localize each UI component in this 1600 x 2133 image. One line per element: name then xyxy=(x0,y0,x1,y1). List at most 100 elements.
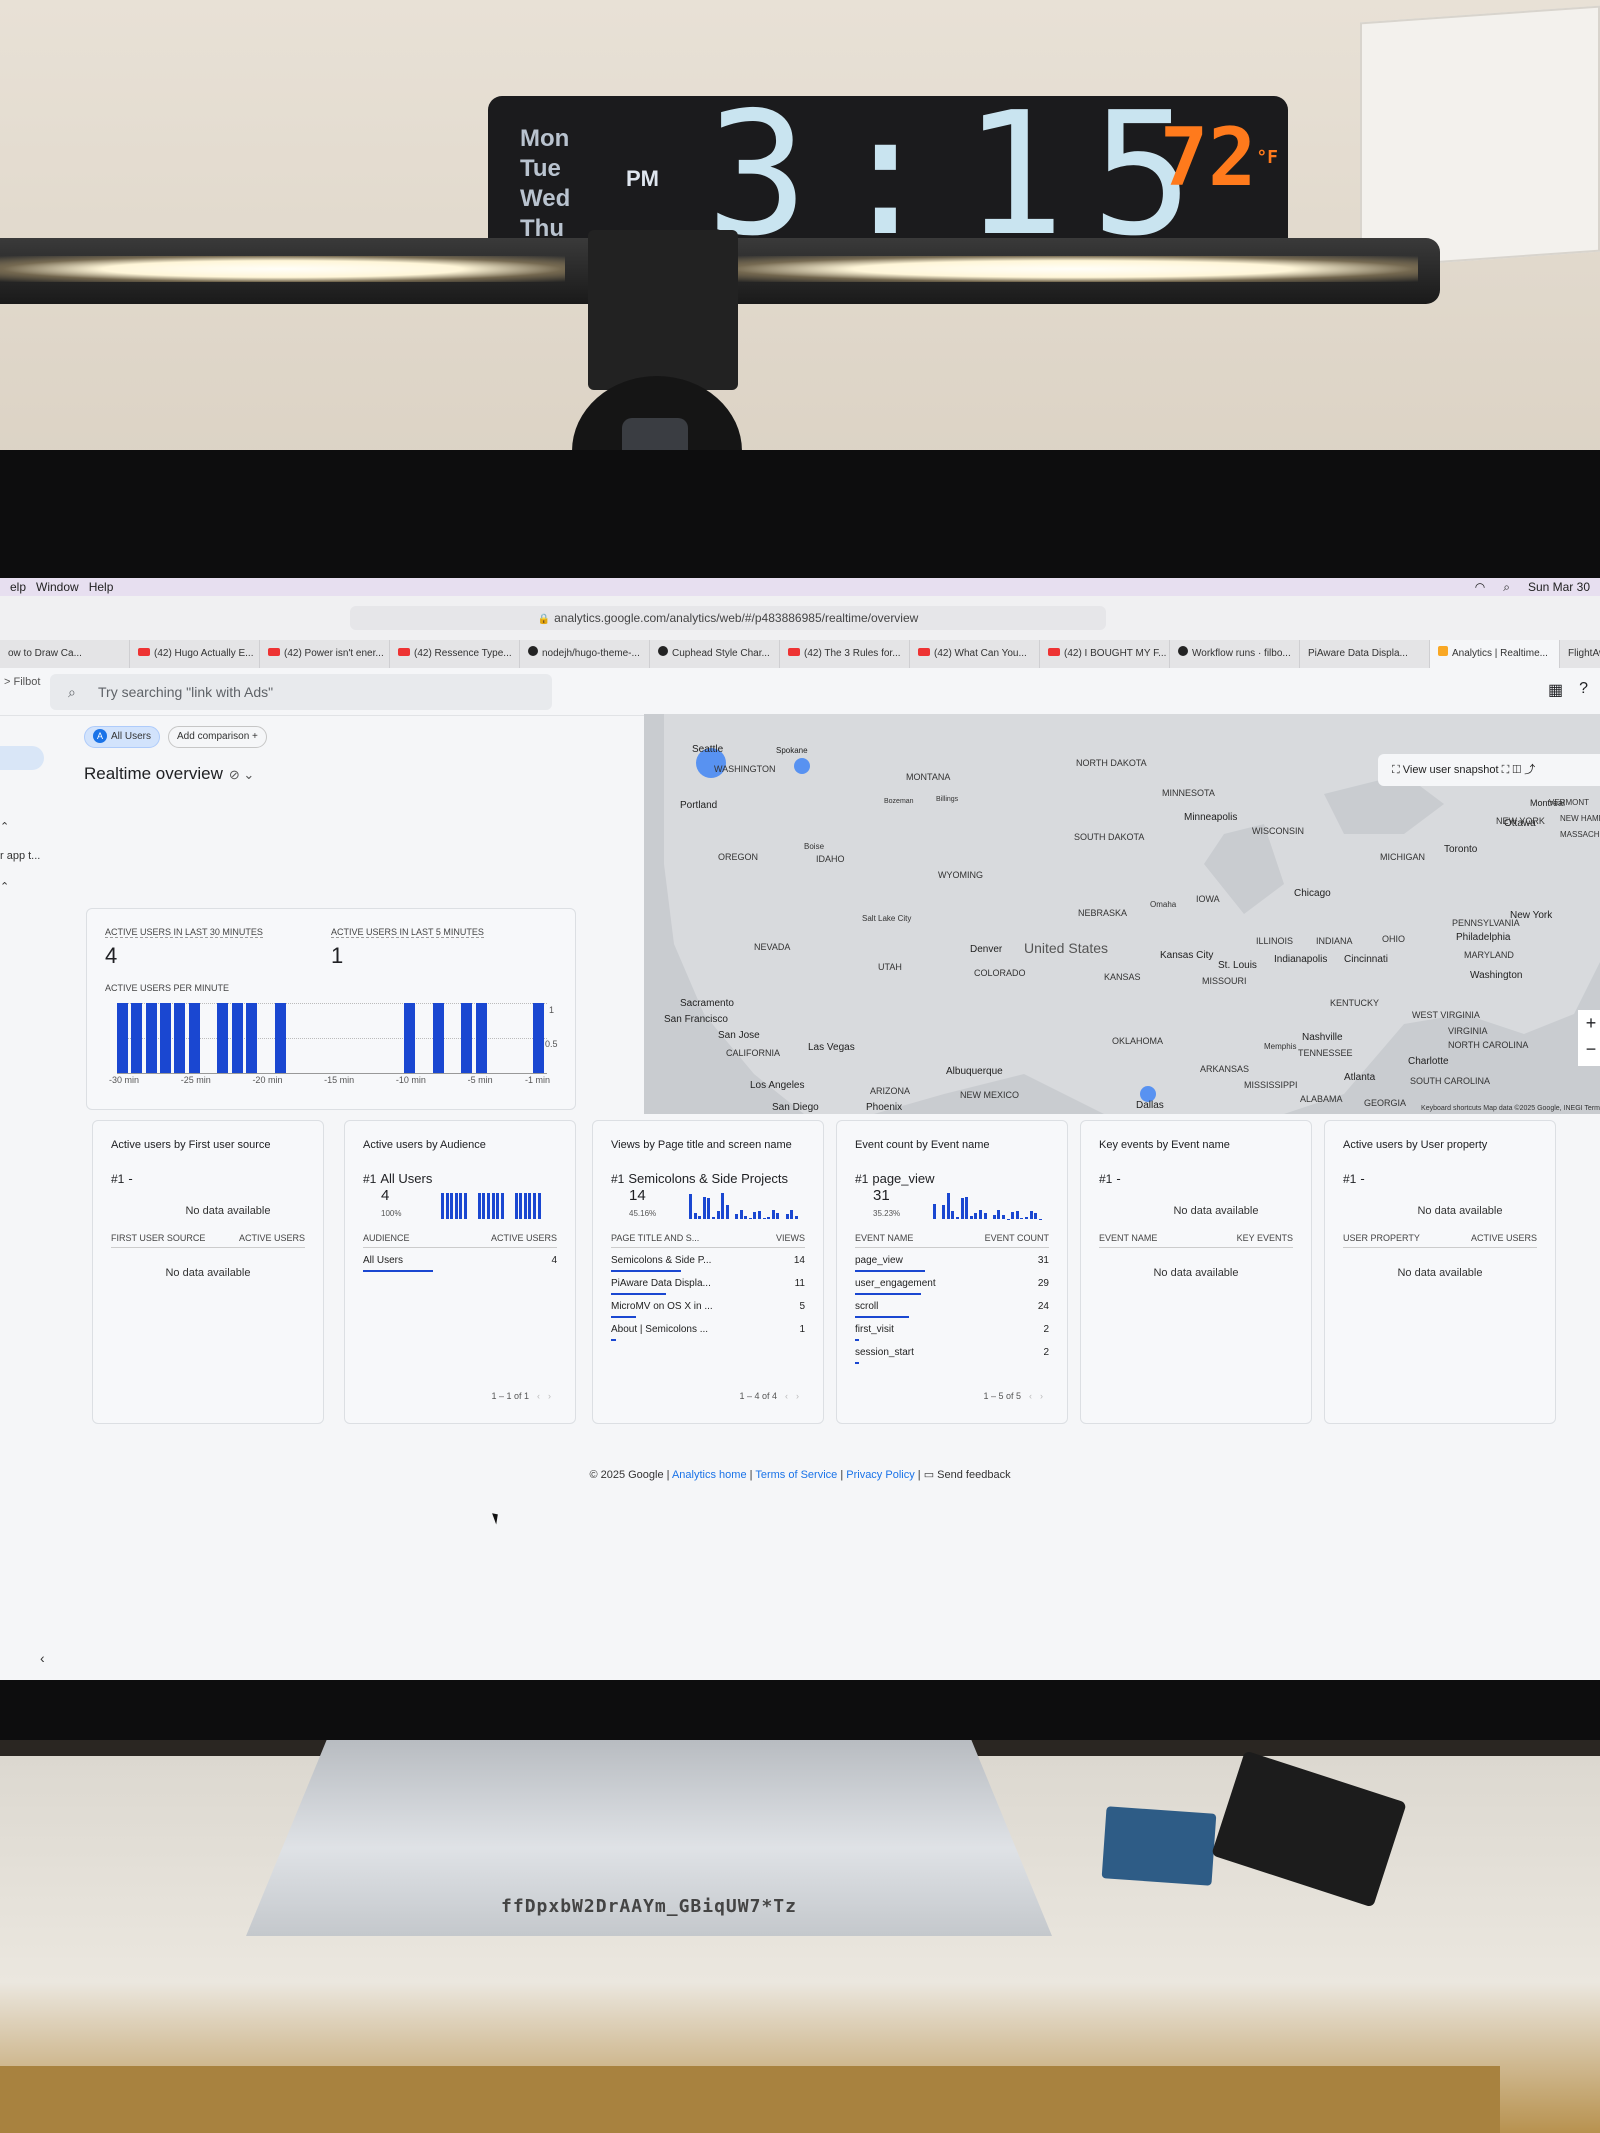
chevron-left-icon[interactable]: ‹ xyxy=(1029,1391,1032,1401)
browser-tab[interactable]: (42) Power isn't ener... xyxy=(260,640,390,668)
breadcrumb[interactable]: > Filbot xyxy=(4,676,40,688)
per-minute-bar[interactable] xyxy=(174,1003,186,1073)
column-header[interactable]: AUDIENCE xyxy=(363,1233,410,1243)
view-user-snapshot-button[interactable]: ⛶ View user snapshot ⛶ ◫ ⤴ xyxy=(1378,754,1600,786)
wifi-icon[interactable]: ◠ xyxy=(1475,580,1485,595)
per-minute-bar[interactable] xyxy=(131,1003,143,1073)
send-feedback-link[interactable]: Send feedback xyxy=(937,1469,1010,1481)
browser-tab[interactable]: (42) I BOUGHT MY F... xyxy=(1040,640,1170,668)
browser-tab[interactable]: nodejh/hugo-theme-... xyxy=(520,640,650,668)
analytics-home-link[interactable]: Analytics home xyxy=(672,1469,747,1481)
menu-item-help[interactable]: Help xyxy=(89,580,114,594)
column-header[interactable]: KEY EVENTS xyxy=(1237,1233,1293,1243)
table-row[interactable]: MicroMV on OS X in ... 5 xyxy=(611,1301,805,1323)
chevron-up-icon[interactable]: ⌃ xyxy=(0,880,9,893)
user-dot-spokane[interactable] xyxy=(794,758,810,774)
table-row[interactable]: page_view 31 xyxy=(855,1255,1049,1277)
table-row[interactable]: session_start 2 xyxy=(855,1347,1049,1369)
collapse-chevron-icon[interactable]: ‹ xyxy=(40,1650,45,1666)
per-minute-bar[interactable] xyxy=(475,1003,487,1073)
per-minute-bar[interactable] xyxy=(160,1003,172,1073)
map-city-label: Denver xyxy=(970,944,1003,955)
chevron-right-icon[interactable]: › xyxy=(548,1391,551,1401)
per-minute-bar[interactable] xyxy=(533,1003,544,1073)
per-minute-bar[interactable] xyxy=(145,1003,157,1073)
chevron-right-icon[interactable]: › xyxy=(796,1391,799,1401)
card-title[interactable]: Key events by Event name xyxy=(1099,1139,1230,1151)
per-minute-bar[interactable] xyxy=(117,1003,128,1073)
terms-link[interactable]: Terms of Service xyxy=(755,1469,837,1481)
browser-tab[interactable]: PiAware Data Displa... xyxy=(1300,640,1430,668)
help-icon[interactable]: ? xyxy=(1579,680,1588,700)
search-input[interactable]: ⌕ Try searching "link with Ads" xyxy=(50,674,552,710)
fullscreen-icon[interactable]: ⛶ ◫ ⤴ xyxy=(1499,764,1536,776)
column-header[interactable]: EVENT COUNT xyxy=(985,1233,1049,1243)
browser-tab[interactable]: Cuphead Style Char... xyxy=(650,640,780,668)
per-minute-bar[interactable] xyxy=(274,1003,286,1073)
menubar-clock[interactable]: Sun Mar 30 xyxy=(1528,580,1590,595)
browser-tab[interactable]: (42) Ressence Type... xyxy=(390,640,520,668)
realtime-map[interactable]: Seattle Spokane WASHINGTON Portland MONT… xyxy=(644,714,1600,1114)
sidebar-item-label[interactable]: r app t... xyxy=(0,850,40,862)
search-icon[interactable]: ⌕ xyxy=(1503,580,1510,595)
map-city-label: Bozeman xyxy=(884,798,914,805)
map-attribution[interactable]: Keyboard shortcuts Map data ©2025 Google… xyxy=(1421,1105,1600,1112)
card-title[interactable]: Active users by Audience xyxy=(363,1139,486,1151)
column-header[interactable]: EVENT NAME xyxy=(1099,1233,1157,1243)
card-title[interactable]: Event count by Event name xyxy=(855,1139,990,1151)
browser-tab[interactable]: (42) The 3 Rules for... xyxy=(780,640,910,668)
zoom-out-icon[interactable]: − xyxy=(1578,1036,1600,1062)
menu-item-window[interactable]: Window xyxy=(36,580,79,594)
browser-tab[interactable]: FlightAware xyxy=(1560,640,1600,668)
per-minute-bar[interactable] xyxy=(188,1003,200,1073)
table-row[interactable]: scroll 24 xyxy=(855,1301,1049,1323)
chevron-up-icon[interactable]: ⌃ xyxy=(0,820,9,833)
column-header[interactable]: EVENT NAME xyxy=(855,1233,913,1243)
per-minute-bar[interactable] xyxy=(231,1003,243,1073)
check-circle-icon[interactable]: ⊘ ⌄ xyxy=(229,767,254,782)
browser-tab[interactable]: (42) Hugo Actually E... xyxy=(130,640,260,668)
add-comparison-button[interactable]: Add comparison + xyxy=(168,726,267,748)
card-title[interactable]: Views by Page title and screen name xyxy=(611,1139,792,1151)
per-minute-bar[interactable] xyxy=(217,1003,229,1073)
row-name: page_view xyxy=(855,1255,903,1266)
per-minute-bar[interactable] xyxy=(246,1003,258,1073)
column-header[interactable]: ACTIVE USERS xyxy=(1471,1233,1537,1243)
sparkline-bar xyxy=(960,1198,964,1219)
column-header[interactable]: USER PROPERTY xyxy=(1343,1233,1420,1243)
table-row[interactable]: first_visit 2 xyxy=(855,1324,1049,1346)
per-minute-bar[interactable] xyxy=(403,1003,415,1073)
column-header[interactable]: PAGE TITLE AND S... xyxy=(611,1233,699,1243)
feedback-icon[interactable]: ▭ xyxy=(924,1469,934,1481)
table-row[interactable]: Semicolons & Side P... 14 xyxy=(611,1255,805,1277)
map-state-label: VERMONT xyxy=(1549,798,1589,807)
menu-item[interactable]: elp xyxy=(10,580,26,594)
sidebar-active-item[interactable] xyxy=(0,746,44,770)
chevron-left-icon[interactable]: ‹ xyxy=(785,1391,788,1401)
card-title[interactable]: Active users by First user source xyxy=(111,1139,271,1151)
per-minute-bar[interactable] xyxy=(461,1003,473,1073)
table-row[interactable]: About | Semicolons ... 1 xyxy=(611,1324,805,1346)
column-header[interactable]: FIRST USER SOURCE xyxy=(111,1233,205,1243)
address-bar[interactable]: 🔒 analytics.google.com/analytics/web/#/p4… xyxy=(350,606,1106,630)
apps-grid-icon[interactable]: ▦ xyxy=(1548,680,1563,700)
card-title[interactable]: Active users by User property xyxy=(1343,1139,1487,1151)
column-header[interactable]: VIEWS xyxy=(776,1233,805,1243)
top-item-name: page_view xyxy=(872,1171,935,1186)
browser-tab[interactable]: ow to Draw Ca... xyxy=(0,640,130,668)
table-row[interactable]: PiAware Data Displa... 11 xyxy=(611,1278,805,1300)
browser-tab[interactable]: Workflow runs · filbo... xyxy=(1170,640,1300,668)
chevron-right-icon[interactable]: › xyxy=(1040,1391,1043,1401)
browser-tab[interactable]: Analytics | Realtime... xyxy=(1430,640,1560,668)
privacy-link[interactable]: Privacy Policy xyxy=(846,1469,914,1481)
table-row[interactable]: All Users 4 xyxy=(363,1255,557,1277)
per-minute-bar[interactable] xyxy=(432,1003,444,1073)
column-header[interactable]: ACTIVE USERS xyxy=(239,1233,305,1243)
chevron-left-icon[interactable]: ‹ xyxy=(537,1391,540,1401)
map-state-label: COLORADO xyxy=(974,968,1026,978)
table-row[interactable]: user_engagement 29 xyxy=(855,1278,1049,1300)
browser-tab[interactable]: (42) What Can You... xyxy=(910,640,1040,668)
zoom-in-icon[interactable]: + xyxy=(1578,1010,1600,1036)
column-header[interactable]: ACTIVE USERS xyxy=(491,1233,557,1243)
all-users-chip[interactable]: A All Users xyxy=(84,726,161,748)
